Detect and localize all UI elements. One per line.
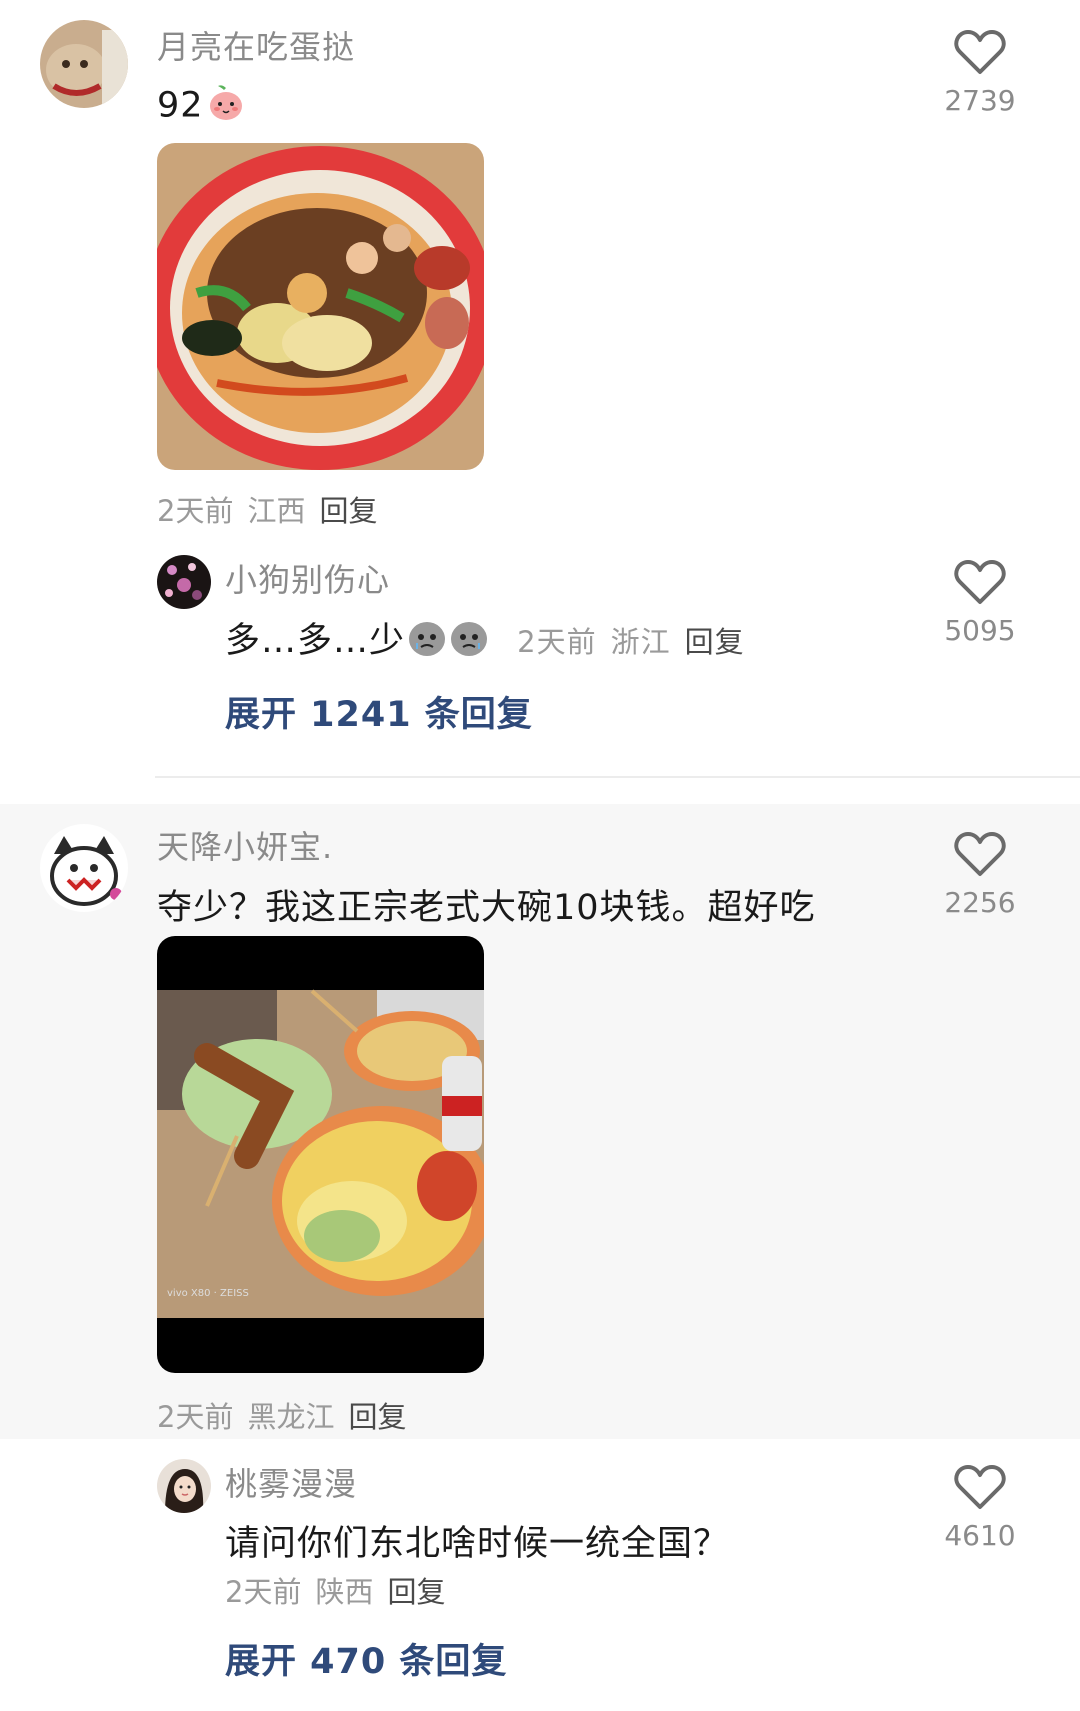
expand-replies-button[interactable]: 展开 1241 条回复 xyxy=(225,686,533,737)
username[interactable]: 月亮在吃蛋挞 xyxy=(157,22,355,68)
heart-icon xyxy=(954,560,1006,604)
comment-photo[interactable] xyxy=(157,143,484,470)
expand-replies-button[interactable]: 展开 470 条回复 xyxy=(225,1633,507,1684)
comment-time: 2天前 xyxy=(157,1400,234,1434)
comment-text: 多…多…少 2天前 浙江 回复 xyxy=(225,612,745,668)
smiling-peach-emoji xyxy=(206,82,246,131)
comment-item: 月亮在吃蛋挞 92 2739 2天前 江西 回复 xyxy=(0,0,1080,528)
avatar[interactable] xyxy=(157,1459,211,1513)
comment-meta: 2天前 黑龙江 回复 xyxy=(157,1394,406,1436)
avatar[interactable] xyxy=(157,555,211,609)
avatar[interactable] xyxy=(40,20,128,108)
like-count: 2739 xyxy=(944,84,1016,117)
photo-watermark: vivo X80 · ZEISS xyxy=(167,1288,249,1299)
like-button[interactable]: 4610 xyxy=(920,1463,1040,1552)
comment-text: 夺少？我这正宗老式大碗10块钱。超好吃 xyxy=(157,888,816,928)
reply-button[interactable]: 回复 xyxy=(348,1400,406,1434)
username[interactable]: 桃雾漫漫 xyxy=(225,1459,357,1505)
like-button[interactable]: 5095 xyxy=(920,558,1040,647)
crying-face-emoji xyxy=(407,617,491,668)
heart-icon xyxy=(954,1465,1006,1509)
like-count: 4610 xyxy=(944,1519,1016,1552)
comment-photo[interactable]: vivo X80 · ZEISS xyxy=(157,936,484,1373)
like-count: 5095 xyxy=(944,614,1016,647)
comment-meta: 2天前 陕西 回复 xyxy=(225,1569,445,1611)
like-button[interactable]: 2739 xyxy=(920,28,1040,117)
comment-location: 浙江 xyxy=(610,625,671,659)
comment-location: 黑龙江 xyxy=(247,1400,335,1434)
reply-button[interactable]: 回复 xyxy=(685,625,745,659)
reply-item: 桃雾漫漫 请问你们东北啥时候一统全国？ 4610 2天前 陕西 回复 展开 470 … xyxy=(0,1439,1080,1687)
comment-time: 2天前 xyxy=(225,1575,302,1609)
comment-item: 天降小妍宝. 夺少？我这正宗老式大碗10块钱。超好吃 2256 vivo X80… xyxy=(0,804,1080,1439)
comment-text: 请问你们东北啥时候一统全国？ xyxy=(225,1524,730,1564)
divider xyxy=(155,776,1080,778)
like-count: 2256 xyxy=(944,886,1016,919)
avatar[interactable] xyxy=(40,824,128,912)
heart-icon xyxy=(954,832,1006,876)
username[interactable]: 天降小妍宝. xyxy=(157,822,333,868)
reply-item: 小狗别伤心 多…多…少 2天前 浙江 回复 5095 展开 1241 条回复 xyxy=(0,500,1080,780)
like-button[interactable]: 2256 xyxy=(920,830,1040,919)
reply-button[interactable]: 回复 xyxy=(387,1575,445,1609)
comment-meta: 2天前 浙江 回复 xyxy=(517,625,744,659)
comment-location: 陕西 xyxy=(315,1575,374,1609)
comment-time: 2天前 xyxy=(517,625,597,659)
heart-icon xyxy=(954,30,1006,74)
comment-text: 92 xyxy=(157,82,246,131)
username[interactable]: 小狗别伤心 xyxy=(225,555,390,601)
